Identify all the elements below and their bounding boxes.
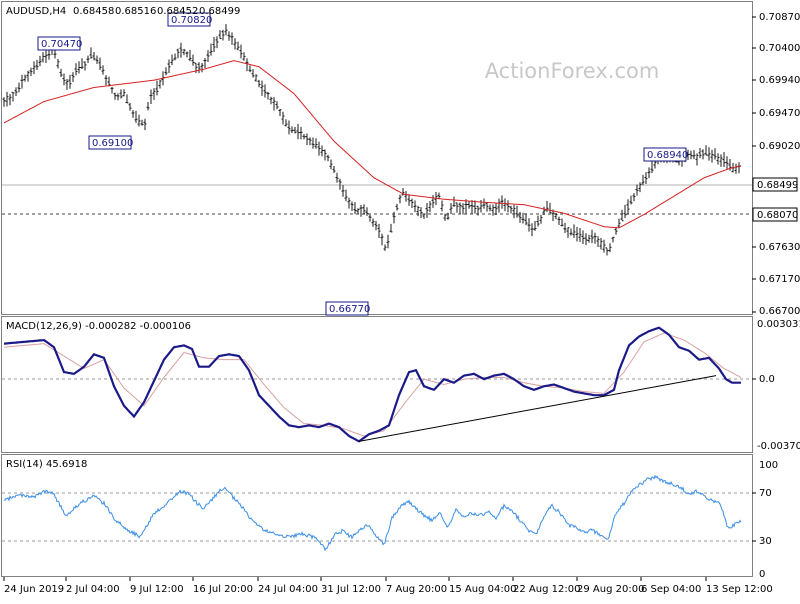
price-y-tick: 0.67170 [759, 274, 800, 285]
ohlc-high: 0.68516 [115, 6, 156, 17]
x-tick: 24 Jun 2019 [4, 584, 64, 595]
price-annotation: 0.68940 [643, 147, 688, 162]
price-annotation-label: 0.66770 [329, 304, 370, 315]
x-tick: 29 Aug 20:00 [577, 584, 644, 595]
price-y-tick: 0.69940 [759, 75, 800, 86]
price-chart-title: AUDUSD,H4 [6, 6, 66, 17]
x-tick: 9 Jul 12:00 [130, 584, 184, 595]
price-annotation-label: 0.68940 [647, 150, 688, 161]
price-y-tick: 0.69020 [759, 141, 800, 152]
rsi-title: RSI(14) 45.6918 [6, 459, 87, 470]
x-tick: 7 Aug 20:00 [386, 584, 447, 595]
price-annotation: 0.69100 [88, 135, 133, 150]
chart-container: ActionForex.com 0.70470 0.69100 0.70820 0.6… [0, 0, 800, 600]
rsi-y-tick: 100 [759, 460, 778, 471]
x-tick: 16 Jul 20:00 [193, 584, 253, 595]
price-annotation: 0.70470 [37, 36, 82, 51]
price-y-tick: 0.67630 [759, 242, 800, 253]
macd-y-tick: -0.003706 [757, 441, 800, 452]
price-annotation: 0.66770 [325, 301, 370, 316]
price-y-tick: 0.69470 [759, 108, 800, 119]
ohlc-open: 0.68458 [73, 6, 114, 17]
x-tick: 22 Aug 12:00 [513, 584, 580, 595]
x-tick: 2 Jul 04:00 [66, 584, 120, 595]
price-annotation-label: 0.70470 [41, 39, 82, 50]
ohlc-close: 0.68499 [199, 6, 240, 17]
x-tick: 13 Sep 12:00 [706, 584, 773, 595]
macd-y-tick: 0.0 [759, 374, 775, 385]
x-tick: 24 Jul 04:00 [258, 584, 318, 595]
current-price-label: 0.68499 [757, 180, 798, 191]
x-tick: 31 Jul 12:00 [321, 584, 381, 595]
x-tick: 6 Sep 04:00 [641, 584, 701, 595]
price-y-tick: 0.70870 [759, 12, 800, 23]
rsi-y-tick: 0 [759, 569, 765, 580]
support-level-label: 0.68070 [757, 210, 798, 221]
macd-y-tick: 0.003031 [757, 319, 800, 330]
price-y-tick: 0.70400 [759, 43, 800, 54]
rsi-y-tick: 30 [759, 536, 772, 547]
price-annotation-label: 0.69100 [92, 138, 133, 149]
price-y-tick: 0.66700 [759, 306, 800, 317]
x-tick: 15 Aug 04:00 [449, 584, 516, 595]
watermark: ActionForex.com [485, 59, 660, 83]
chart-svg: ActionForex.com 0.704700.691000.708200.6… [0, 0, 800, 600]
rsi-y-tick: 70 [759, 488, 772, 499]
ohlc-low: 0.68452 [157, 6, 198, 17]
macd-title: MACD(12,26,9) -0.000282 -0.000106 [6, 321, 191, 332]
